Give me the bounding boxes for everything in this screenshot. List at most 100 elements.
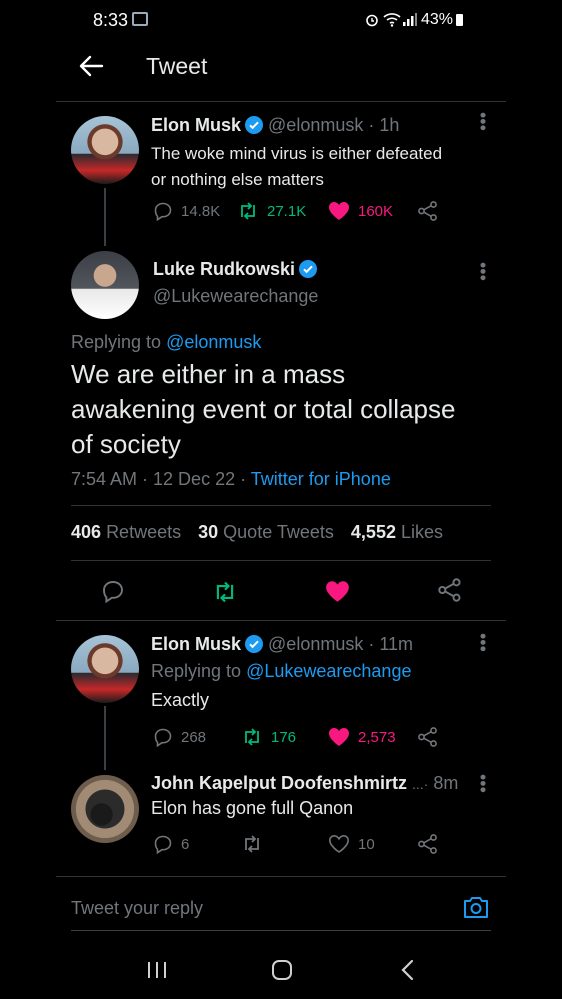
author-handle[interactable]: @Lukewearechange (153, 286, 318, 307)
retweet-button[interactable]: 27.1K (237, 201, 328, 221)
like-button[interactable]: 2,573 (328, 727, 417, 747)
tweet-text-line: of society (71, 429, 181, 459)
home-icon[interactable] (271, 959, 293, 981)
quotes-stat[interactable]: 30 Quote Tweets (198, 522, 334, 542)
retweet-count: 27.1K (267, 202, 307, 220)
reply-input[interactable]: Tweet your reply (71, 898, 441, 919)
reply-button[interactable]: 6 (153, 834, 241, 854)
more-options-icon[interactable]: ••• (473, 633, 493, 652)
tweet-text-line: awakening event or total collapse (71, 394, 456, 424)
camera-icon[interactable] (462, 894, 490, 920)
more-options-icon[interactable]: ••• (473, 262, 493, 281)
tweet1-actions: 14.8K 27.1K 160K (153, 200, 439, 222)
reply-button[interactable]: 14.8K (153, 201, 237, 221)
divider (56, 620, 506, 621)
retweets-stat[interactable]: 406 Retweets (71, 522, 181, 542)
author-name[interactable]: Elon Musk (151, 115, 241, 135)
tweet-time[interactable]: 8m (433, 773, 458, 793)
heart-filled-icon[interactable] (325, 580, 350, 603)
like-button[interactable]: 160K (328, 201, 417, 221)
tweet-text: Exactly (151, 690, 210, 710)
truncation-ellipsis: ...· (412, 776, 429, 792)
tweet1-header: Elon Musk @elonmusk · 1h (151, 115, 399, 136)
recent-apps-icon[interactable] (146, 960, 168, 980)
avatar-elon-musk[interactable] (71, 116, 139, 184)
replying-to-link[interactable]: @Lukewearechange (246, 661, 411, 681)
share-icon[interactable] (417, 727, 439, 747)
retweet-count: 176 (271, 728, 297, 746)
retweet-icon (245, 728, 259, 746)
main-author: Luke Rudkowski @Lukewearechange (153, 259, 318, 307)
main-tweet-text: We are either in a mass awakening event … (71, 357, 455, 462)
reply-count: 14.8K (181, 202, 221, 220)
reply2-header: John Kapelput Doofenshmirtz ...· 8m (151, 773, 458, 794)
replying-prefix: Replying to (71, 332, 162, 352)
composer-underline (71, 930, 491, 931)
share-icon[interactable] (417, 201, 439, 221)
alarm-icon (366, 14, 378, 27)
like-count: 2,573 (358, 728, 396, 746)
avatar-john-kapelput[interactable] (71, 775, 139, 843)
battery-percent: 43% (421, 11, 454, 28)
likes-label: Likes (400, 522, 444, 542)
tweet-text-line: or nothing else matters (151, 170, 324, 189)
verified-badge-icon (245, 116, 264, 134)
reply2-actions: 6 10 (153, 833, 439, 855)
heart-filled-icon (329, 728, 349, 746)
avatar-elon-musk[interactable] (71, 635, 139, 703)
author-name[interactable]: John Kapelput Doofenshmirtz (151, 773, 407, 793)
tweet-text-line: The woke mind virus is either defeated (151, 144, 443, 163)
author-handle[interactable]: @elonmusk (268, 115, 363, 135)
like-count: 10 (358, 835, 375, 853)
status-bar: 8:33 43% (0, 0, 562, 40)
tweet-text-line: We are either in a mass (71, 359, 346, 389)
reply1-header: Elon Musk @elonmusk · 11m (151, 634, 413, 655)
separator-dot: · (368, 634, 375, 654)
reply-icon (154, 728, 172, 747)
share-icon[interactable] (417, 834, 439, 854)
battery-icon (456, 14, 463, 26)
quotes-count: 30 (198, 522, 219, 542)
verified-badge-icon (245, 635, 264, 653)
header-divider (56, 101, 506, 102)
reply-button[interactable]: 268 (153, 727, 241, 747)
author-handle[interactable]: @elonmusk (268, 634, 363, 654)
separator-dot: · (368, 115, 375, 135)
tweet-meta: 7:54 AM · 12 Dec 22 · Twitter for iPhone (71, 469, 391, 490)
retweets-label: Retweets (106, 522, 182, 542)
page-title: Tweet (146, 53, 208, 79)
avatar-luke-rudkowski[interactable] (71, 251, 139, 319)
replying-to-link[interactable]: @elonmusk (166, 332, 261, 352)
divider (71, 560, 491, 561)
tweet-source-link[interactable]: Twitter for iPhone (251, 469, 391, 489)
tweet-time[interactable]: 1h (379, 115, 399, 135)
more-options-icon[interactable]: ••• (473, 112, 493, 131)
composer-top-divider (56, 876, 506, 877)
tweet1-text: The woke mind virus is either defeated o… (151, 141, 442, 193)
status-time: 8:33 (93, 10, 129, 30)
retweets-count: 406 (71, 522, 102, 542)
author-name[interactable]: Luke Rudkowski (153, 259, 295, 279)
back-nav-icon[interactable] (400, 959, 416, 981)
retweet-icon (245, 835, 259, 853)
retweet-button[interactable] (241, 834, 328, 854)
likes-stat[interactable]: 4,552 Likes (351, 522, 443, 542)
retweet-button[interactable]: 176 (241, 727, 328, 747)
share-icon[interactable] (437, 578, 463, 602)
divider (71, 505, 491, 506)
more-options-icon[interactable]: ••• (473, 774, 493, 793)
retweet-icon (241, 202, 255, 220)
likes-count: 4,552 (350, 522, 396, 542)
replying-to: Replying to @Lukewearechange (151, 661, 411, 682)
back-arrow-icon[interactable] (78, 54, 104, 78)
tweet-time[interactable]: 11m (379, 634, 413, 654)
verified-badge-icon (299, 260, 318, 278)
like-button[interactable]: 10 (328, 834, 417, 854)
replying-prefix: Replying to (151, 661, 242, 681)
author-name[interactable]: Elon Musk (151, 634, 241, 654)
signal-icon (403, 13, 417, 26)
quotes-label: Quote Tweets (223, 522, 334, 542)
reply-icon[interactable] (101, 579, 125, 603)
thread-line (104, 188, 106, 246)
retweet-icon[interactable] (212, 580, 238, 604)
